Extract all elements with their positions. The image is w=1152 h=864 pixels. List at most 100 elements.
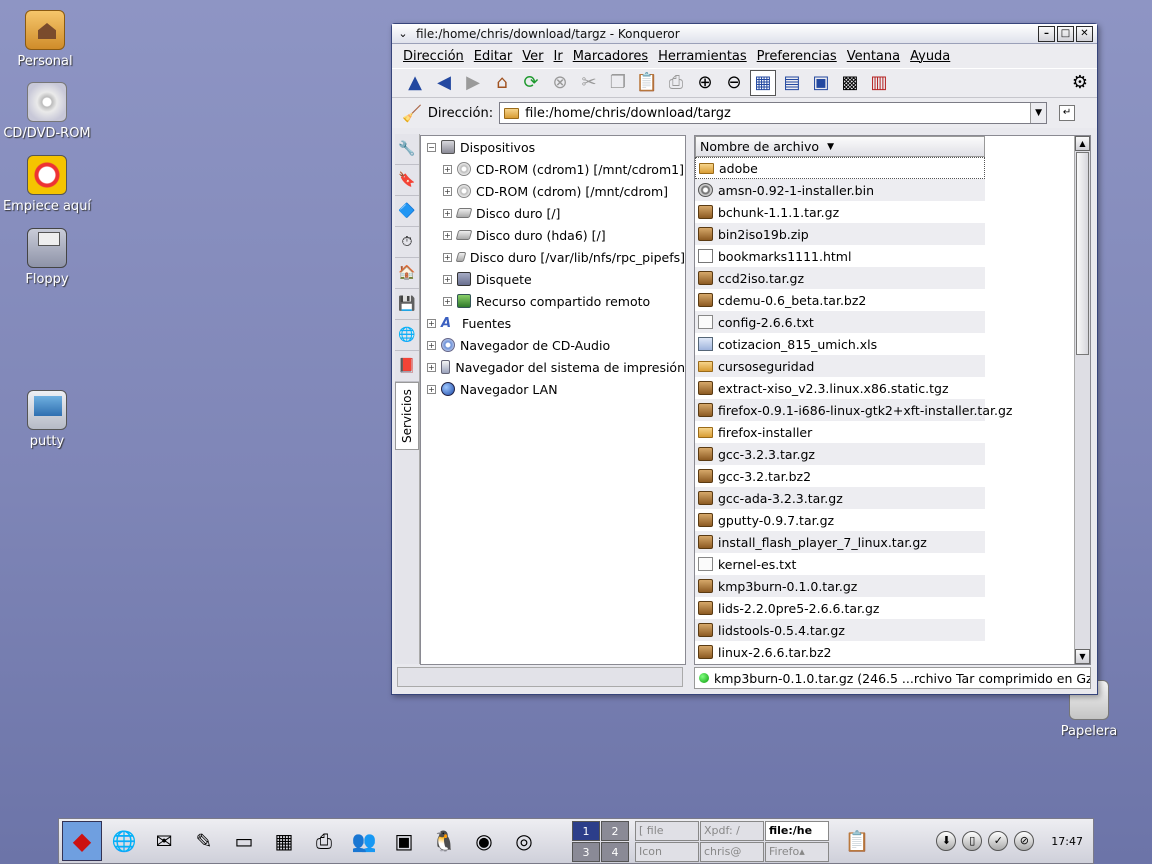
desktop-icon-start-here[interactable]: Empiece aquí xyxy=(2,155,92,214)
clipboard-icon[interactable]: 📋 xyxy=(839,823,875,859)
pager-desktop-4[interactable]: 4 xyxy=(601,841,629,862)
file-row[interactable]: bchunk-1.1.1.tar.gz xyxy=(695,201,985,223)
tree-item[interactable]: + Disco duro [/var/lib/nfs/rpc_pipefs] xyxy=(421,246,685,268)
printer-icon[interactable]: ⎙ xyxy=(306,823,342,859)
file-row[interactable]: amsn-0.92-1-installer.bin xyxy=(695,179,985,201)
thunderbird-icon[interactable]: ◉ xyxy=(466,823,502,859)
sidebar-tab-4[interactable]: 🏠 xyxy=(395,258,419,289)
redhat-menu-icon[interactable]: ◆ xyxy=(62,821,102,861)
tray-icon-0[interactable]: ⬇ xyxy=(936,831,957,851)
desktop-icon-cdrom[interactable]: CD/DVD-ROM xyxy=(2,82,92,141)
writer-icon[interactable]: ✎ xyxy=(186,823,222,859)
location-input[interactable]: file:/home/chris/download/targz ▼ xyxy=(499,102,1048,124)
file-row[interactable]: bookmarks1111.html xyxy=(695,245,985,267)
menu-preferencias[interactable]: Preferencias xyxy=(752,49,842,64)
tree-item[interactable]: + CD-ROM (cdrom1) [/mnt/cdrom1] xyxy=(421,158,685,180)
icon-view-button[interactable]: ▦ xyxy=(750,70,776,96)
clock[interactable]: 17:47 xyxy=(1051,835,1083,848)
back-button[interactable]: ◀ xyxy=(431,70,457,96)
sidebar-tab-6[interactable]: 🌐 xyxy=(395,320,419,351)
menu-herramientas[interactable]: Herramientas xyxy=(653,49,752,64)
print-button[interactable]: ⎙ xyxy=(663,70,689,96)
menu-ayuda[interactable]: Ayuda xyxy=(905,49,955,64)
pager-desktop-2[interactable]: 2 xyxy=(601,820,629,841)
file-row[interactable]: cotizacion_815_umich.xls xyxy=(695,333,985,355)
sidebar-tab-0[interactable]: 🔧 xyxy=(395,134,419,165)
tree-item[interactable]: + Navegador de CD-Audio xyxy=(421,334,685,356)
paste-button[interactable]: 📋 xyxy=(634,70,660,96)
scrollbar-thumb[interactable] xyxy=(1076,152,1089,355)
expander-icon[interactable]: + xyxy=(443,230,452,240)
linux-tux-icon[interactable]: 🐧 xyxy=(426,823,462,859)
menu-marcadores[interactable]: Marcadores xyxy=(568,49,653,64)
desktop-icon-floppy[interactable]: Floppy xyxy=(2,228,92,287)
window-menu-icon[interactable]: ⌄ xyxy=(396,27,410,41)
expander-icon[interactable]: + xyxy=(427,384,436,394)
cut-button[interactable]: ✂ xyxy=(576,70,602,96)
sidebar-tab-1[interactable]: 🔖 xyxy=(395,165,419,196)
tree-view-button[interactable]: ▤ xyxy=(779,70,805,96)
tree-item[interactable]: + A Fuentes xyxy=(421,312,685,334)
sidebar-tab-5[interactable]: 💾 xyxy=(395,289,419,320)
panel-splitter[interactable] xyxy=(687,135,693,665)
tray-icon-1[interactable]: ▯ xyxy=(962,831,983,851)
file-row[interactable]: install_flash_player_7_linux.tar.gz xyxy=(695,531,985,553)
file-row[interactable]: gputty-0.9.7.tar.gz xyxy=(695,509,985,531)
expander-icon[interactable]: + xyxy=(427,340,436,350)
zoom-in-button[interactable]: ⊕ xyxy=(692,70,718,96)
minimize-button[interactable]: – xyxy=(1038,25,1055,42)
expander-icon[interactable]: + xyxy=(427,318,436,328)
menu-ir[interactable]: Ir xyxy=(549,49,568,64)
copy-button[interactable]: ❐ xyxy=(605,70,631,96)
menu-editar[interactable]: Editar xyxy=(469,49,518,64)
desktop-icon-personal[interactable]: Personal xyxy=(0,10,90,69)
expander-icon[interactable]: + xyxy=(443,186,452,196)
file-row[interactable]: gcc-ada-3.2.3.tar.gz xyxy=(695,487,985,509)
menu-ventana[interactable]: Ventana xyxy=(842,49,905,64)
presentation-icon[interactable]: ▭ xyxy=(226,823,262,859)
tray-icon-2[interactable]: ✓ xyxy=(988,831,1009,851)
file-row[interactable]: ccd2iso.tar.gz xyxy=(695,267,985,289)
expander-icon[interactable]: + xyxy=(443,296,452,306)
preview-button[interactable]: ▣ xyxy=(808,70,834,96)
tree-item[interactable]: + Navegador LAN xyxy=(421,378,685,400)
task-button[interactable]: file:/he xyxy=(765,820,829,841)
expander-icon[interactable]: + xyxy=(443,164,452,174)
task-button[interactable]: Firefo▴ xyxy=(765,841,829,862)
pager-desktop-1[interactable]: 1 xyxy=(572,820,600,841)
scroll-down-button[interactable]: ▼ xyxy=(1075,649,1090,664)
expander-icon[interactable]: + xyxy=(443,208,452,218)
window-titlebar[interactable]: ⌄ file:/home/chris/download/targz - Konq… xyxy=(392,24,1097,44)
desktop-icon-putty[interactable]: putty xyxy=(2,390,92,449)
file-row[interactable]: config-2.6.6.txt xyxy=(695,311,985,333)
file-row[interactable]: gcc-3.2.3.tar.gz xyxy=(695,443,985,465)
spreadsheet-icon[interactable]: ▦ xyxy=(266,823,302,859)
file-row[interactable]: cdemu-0.6_beta.tar.bz2 xyxy=(695,289,985,311)
file-row[interactable]: firefox-installer xyxy=(695,421,985,443)
file-row[interactable]: kmp3burn-0.1.0.tar.gz xyxy=(695,575,985,597)
file-row[interactable]: lids-2.2.0pre5-2.6.6.tar.gz xyxy=(695,597,985,619)
file-row[interactable]: firefox-0.9.1-i686-linux-gtk2+xft-instal… xyxy=(695,399,1012,421)
tree-item[interactable]: + Navegador del sistema de impresión xyxy=(421,356,685,378)
zoom-out-button[interactable]: ⊖ xyxy=(721,70,747,96)
web-browser-icon[interactable]: 🌐 xyxy=(106,823,142,859)
terminal-icon[interactable]: ▣ xyxy=(386,823,422,859)
sidebar-tab-7[interactable]: 📕 xyxy=(395,351,419,382)
menu-ver[interactable]: Ver xyxy=(517,49,548,64)
throbber-icon[interactable]: ⚙ xyxy=(1067,70,1093,96)
close-button[interactable]: ✕ xyxy=(1076,25,1093,42)
forward-button[interactable]: ▶ xyxy=(460,70,486,96)
clear-location-icon[interactable]: 🧹 xyxy=(402,104,422,123)
email-icon[interactable]: ✉ xyxy=(146,823,182,859)
stop-button[interactable]: ⊗ xyxy=(547,70,573,96)
go-button[interactable]: ↵ xyxy=(1059,105,1076,121)
file-row[interactable]: adobe xyxy=(695,157,985,179)
up-button[interactable]: ▲ xyxy=(402,70,428,96)
file-row[interactable]: kernel-es.txt xyxy=(695,553,985,575)
file-row[interactable]: cursoseguridad xyxy=(695,355,985,377)
expander-icon[interactable]: − xyxy=(427,142,436,152)
home-button[interactable]: ⌂ xyxy=(489,70,515,96)
file-row[interactable]: bin2iso19b.zip xyxy=(695,223,985,245)
file-row[interactable]: gcc-3.2.tar.bz2 xyxy=(695,465,985,487)
reload-button[interactable]: ⟳ xyxy=(518,70,544,96)
